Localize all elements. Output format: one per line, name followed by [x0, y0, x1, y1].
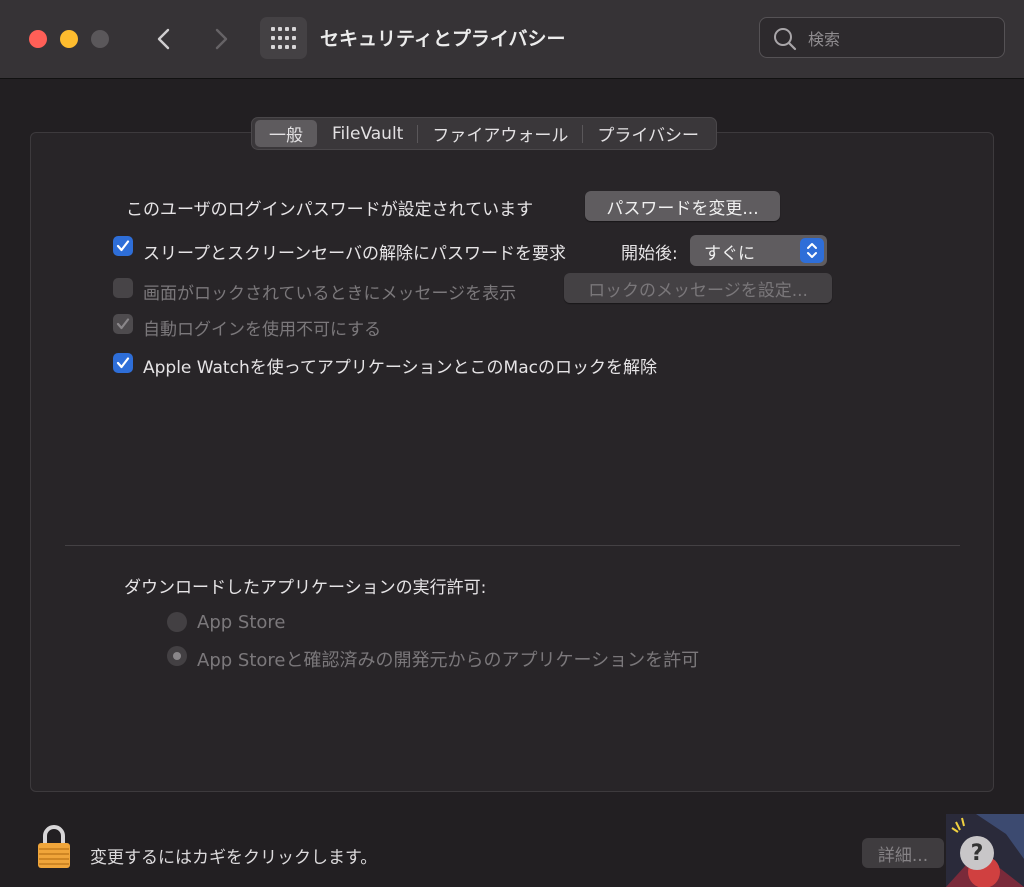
radio-app-store[interactable] — [167, 612, 187, 632]
change-password-button[interactable]: パスワードを変更... — [585, 191, 780, 221]
require-password-checkbox[interactable] — [113, 236, 133, 256]
show-all-button[interactable] — [260, 17, 307, 59]
start-after-select[interactable]: すぐに — [690, 235, 827, 266]
close-button[interactable] — [29, 30, 47, 48]
lock-hint-text: 変更するにはカギをクリックします。 — [90, 848, 378, 868]
title-bar: セキュリティとプライバシー — [0, 0, 1024, 79]
login-password-label: このユーザのログインパスワードが設定されています — [126, 200, 534, 220]
chevron-left-icon — [157, 28, 170, 50]
start-after-value: すぐに — [704, 244, 755, 264]
downloads-heading: ダウンロードしたアプリケーションの実行許可: — [124, 578, 487, 598]
section-divider — [65, 545, 960, 546]
search-icon — [774, 28, 797, 51]
radio-app-store-identified[interactable] — [167, 646, 187, 666]
tab-filevault[interactable]: FileVault — [318, 120, 417, 147]
help-button[interactable]: ? — [946, 814, 1024, 887]
zoom-button[interactable] — [91, 30, 109, 48]
tab-general[interactable]: 一般 — [255, 120, 317, 147]
checkmark-icon — [116, 240, 130, 252]
minimize-button[interactable] — [60, 30, 78, 48]
checkmark-icon — [116, 357, 130, 369]
radio-app-store-identified-label: App Storeと確認済みの開発元からのアプリケーションを許可 — [197, 650, 700, 671]
search-input[interactable] — [806, 26, 990, 52]
show-message-checkbox[interactable] — [113, 278, 133, 298]
chevron-right-icon — [215, 28, 228, 50]
set-lock-message-button[interactable]: ロックのメッセージを設定... — [564, 273, 832, 303]
lock-button[interactable] — [36, 824, 72, 874]
padlock-icon — [38, 825, 70, 868]
select-stepper — [800, 238, 824, 263]
radio-app-store-label: App Store — [197, 612, 286, 633]
start-after-label: 開始後: — [621, 244, 678, 264]
disable-auto-login-checkbox[interactable] — [113, 314, 133, 334]
help-icon: ? — [960, 836, 994, 870]
window-title: セキュリティとプライバシー — [320, 28, 566, 50]
require-password-label: スリープとスクリーンセーバの解除にパスワードを要求 — [143, 244, 566, 264]
apple-watch-unlock-checkbox[interactable] — [113, 353, 133, 373]
checkmark-icon — [116, 318, 130, 330]
search-field[interactable] — [759, 17, 1005, 58]
chevron-updown-icon — [807, 243, 817, 258]
back-button[interactable] — [150, 22, 178, 56]
details-button[interactable]: 詳細... — [862, 838, 944, 868]
forward-button[interactable] — [207, 22, 235, 56]
tab-privacy[interactable]: プライバシー — [583, 120, 713, 147]
tab-firewall[interactable]: ファイアウォール — [418, 120, 582, 147]
settings-panel — [30, 132, 994, 792]
apple-watch-unlock-label: Apple Watchを使ってアプリケーションとこのMacのロックを解除 — [143, 358, 657, 378]
show-message-label: 画面がロックされているときにメッセージを表示 — [143, 284, 517, 304]
tab-bar: 一般 FileVault ファイアウォール プライバシー — [251, 117, 718, 150]
disable-auto-login-label: 自動ログインを使用不可にする — [143, 320, 382, 340]
grid-icon — [271, 27, 296, 49]
